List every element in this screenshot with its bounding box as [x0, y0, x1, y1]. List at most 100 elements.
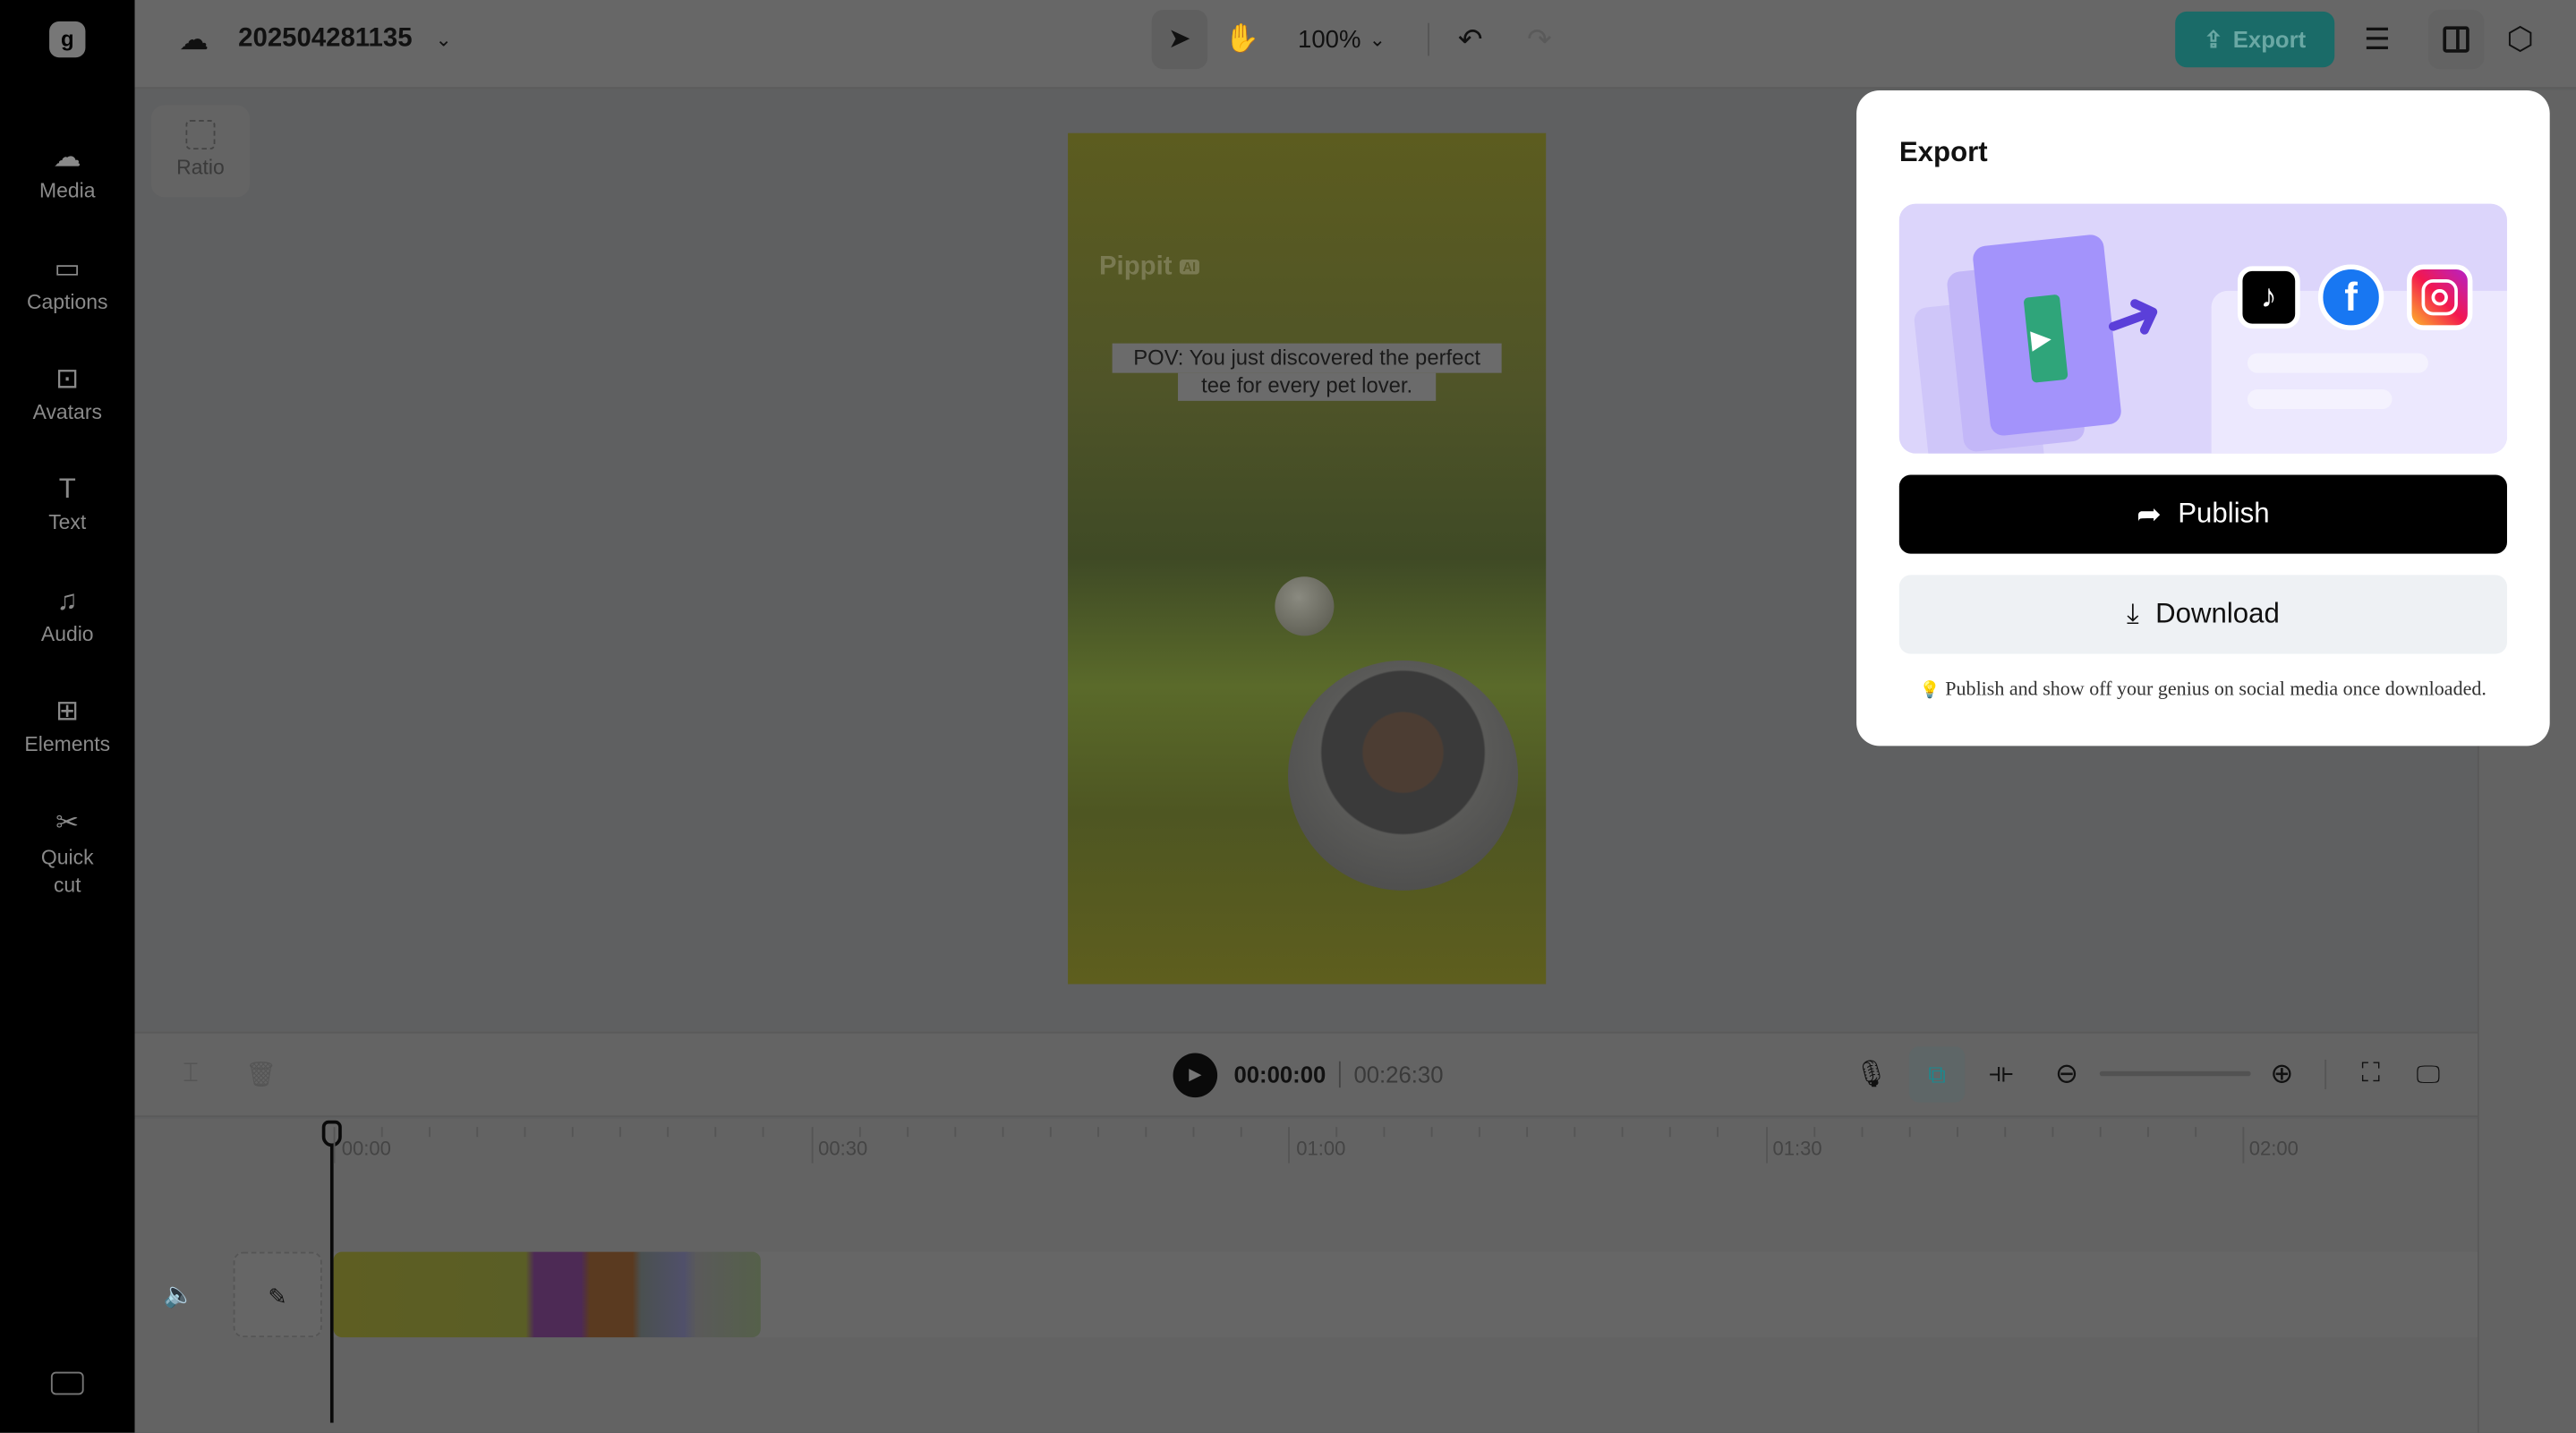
split-panel-icon — [2443, 26, 2469, 53]
facebook-icon: f — [2317, 264, 2384, 330]
ruler-label: 02:00 — [2248, 1137, 2299, 1160]
ratio-button[interactable]: Ratio — [150, 105, 250, 198]
ruler-tick — [1335, 1127, 1338, 1138]
ruler-tick — [1002, 1127, 1003, 1138]
sidebar-item-elements[interactable]: ⊞ Elements — [0, 695, 135, 755]
ruler-label: 00:30 — [818, 1137, 868, 1160]
play-button[interactable]: ▶ — [1173, 1053, 1218, 1098]
ruler-tick — [619, 1127, 622, 1138]
preview-mode-button[interactable]: 🖵 — [2410, 1056, 2446, 1092]
ruler-tick — [810, 1127, 813, 1164]
sidebar-item-label: Text — [48, 510, 87, 534]
sidebar-item-label: Captions — [26, 290, 108, 314]
total-time: 00:26:30 — [1353, 1061, 1444, 1088]
track-mute-button[interactable]: 🔈 — [161, 1276, 197, 1312]
delete-button[interactable]: 🗑 — [244, 1056, 277, 1092]
sidebar-item-label: Elements — [24, 732, 111, 756]
ruler-tick — [1240, 1127, 1242, 1138]
monitor-icon: 🖵 — [2416, 1060, 2441, 1089]
hand-tool-button[interactable]: ✋ — [1223, 20, 1262, 59]
download-icon: ⤓ — [2126, 598, 2139, 629]
lightbulb-icon: 💡 — [1919, 681, 1941, 700]
avatar-icon: ⊡ — [55, 363, 80, 395]
publish-button[interactable]: ➦ Publish — [1898, 474, 2507, 554]
export-button[interactable]: ⇪ Export — [2175, 11, 2335, 68]
plus-circle-icon: ⊕ — [2270, 1058, 2294, 1089]
ruler-tick — [1956, 1127, 1958, 1138]
ruler-label: 01:30 — [1772, 1137, 1822, 1160]
sidebar-item-label: Quick — [40, 846, 94, 869]
microphone-icon: 🎙 — [1854, 1061, 1889, 1089]
zoom-in-button[interactable]: ⊕ — [2264, 1056, 2299, 1092]
ruler-tick — [2099, 1127, 2102, 1138]
panel-toggle-button[interactable] — [2427, 10, 2485, 70]
avatar-bubble — [1288, 660, 1519, 891]
sidebar-item-avatars[interactable]: ⊡ Avatars — [0, 363, 135, 424]
cloud-saved-icon: ☁ — [179, 21, 209, 55]
sidebar-item-quick-cut[interactable]: ✂ Quick cut — [0, 806, 135, 900]
video-preview[interactable]: Pippit AI POV: You just discovered the p… — [1068, 132, 1547, 985]
auto-snap-button[interactable]: ⧉ — [1908, 1046, 1966, 1103]
sidebar-item-label: cut — [53, 874, 81, 898]
sidebar-item-text[interactable]: T Text — [0, 473, 135, 534]
keyboard-shortcuts-icon[interactable] — [50, 1371, 84, 1395]
undo-button[interactable]: ↶ — [1453, 20, 1488, 59]
redo-button[interactable]: ↷ — [1522, 20, 1557, 59]
ratio-icon — [185, 119, 216, 150]
hint-text: Publish and show off your genius on soci… — [1945, 677, 2486, 700]
ruler-tick — [572, 1127, 575, 1138]
ruler-label: 00:00 — [341, 1137, 391, 1160]
export-popup-title: Export — [1898, 136, 1988, 168]
ruler-tick — [953, 1127, 956, 1138]
ruler-tick — [380, 1127, 383, 1138]
split-button[interactable]: ⌶ — [175, 1056, 208, 1092]
settings-button[interactable]: ⬡ — [2501, 20, 2540, 59]
fit-timeline-button[interactable]: ⛶ — [2352, 1056, 2388, 1092]
ruler-tick — [429, 1127, 431, 1138]
undo-icon: ↶ — [1457, 21, 1483, 55]
instagram-icon — [2407, 264, 2473, 330]
record-button[interactable]: 🎙 — [1855, 1056, 1888, 1092]
video-clip[interactable] — [333, 1251, 761, 1338]
ruler-tick — [715, 1127, 717, 1138]
zoom-out-button[interactable]: ⊖ — [2049, 1056, 2085, 1092]
select-tool-button[interactable]: ➤ — [1151, 10, 1208, 70]
ruler-tick — [1717, 1127, 1719, 1138]
redo-icon: ↷ — [1527, 21, 1552, 55]
layers-button[interactable]: ☰ — [2358, 20, 2397, 59]
ruler-label: 01:00 — [1296, 1137, 1346, 1160]
ruler-tick — [1860, 1127, 1863, 1138]
split-clip-button[interactable]: ⟛ — [1983, 1056, 2018, 1092]
ruler-tick — [1813, 1127, 1815, 1138]
chevron-down-icon: ⌄ — [1369, 28, 1386, 51]
playhead[interactable] — [329, 1122, 334, 1423]
sidebar-item-audio[interactable]: ♫ Audio — [0, 584, 135, 645]
ruler-tick — [2051, 1127, 2054, 1138]
sidebar-item-media[interactable]: ☁ Media — [0, 141, 135, 202]
track-edit-button[interactable]: ✎ — [233, 1251, 322, 1338]
sidebar-item-label: Avatars — [32, 400, 102, 424]
sidebar: g ☁ Media ▭ Captions ⊡ Avatars T Text ♫ Audio… — [0, 0, 135, 1433]
ruler-tick — [1430, 1127, 1433, 1138]
sidebar-item-captions[interactable]: ▭ Captions — [0, 253, 135, 314]
gear-icon: ⬡ — [2506, 21, 2534, 57]
fullscreen-icon: ⛶ — [2361, 1059, 2380, 1088]
playhead-handle[interactable] — [321, 1120, 342, 1147]
app-logo[interactable]: g — [49, 21, 86, 58]
sidebar-item-label: Media — [38, 179, 96, 202]
ruler-tick — [1908, 1127, 1911, 1138]
export-label: Export — [2232, 26, 2307, 53]
download-button[interactable]: ⤓ Download — [1898, 575, 2507, 654]
timeline-zoom-slider[interactable] — [2099, 1070, 2251, 1077]
pippit-watermark: Pippit AI — [1099, 253, 1199, 283]
ruler-tick — [1145, 1127, 1147, 1138]
split-clip-icon: ⟛ — [1989, 1059, 2013, 1088]
golf-ball — [1275, 576, 1335, 636]
ruler-tick — [524, 1127, 526, 1138]
zoom-dropdown[interactable]: 100% ⌄ — [1298, 20, 1386, 59]
publish-label: Publish — [2178, 498, 2270, 530]
chevron-down-icon[interactable]: ⌄ — [431, 20, 456, 59]
trash-icon: 🗑 — [245, 1061, 277, 1089]
ruler-tick — [2003, 1127, 2006, 1138]
project-name[interactable]: 202504281135 — [238, 20, 412, 59]
